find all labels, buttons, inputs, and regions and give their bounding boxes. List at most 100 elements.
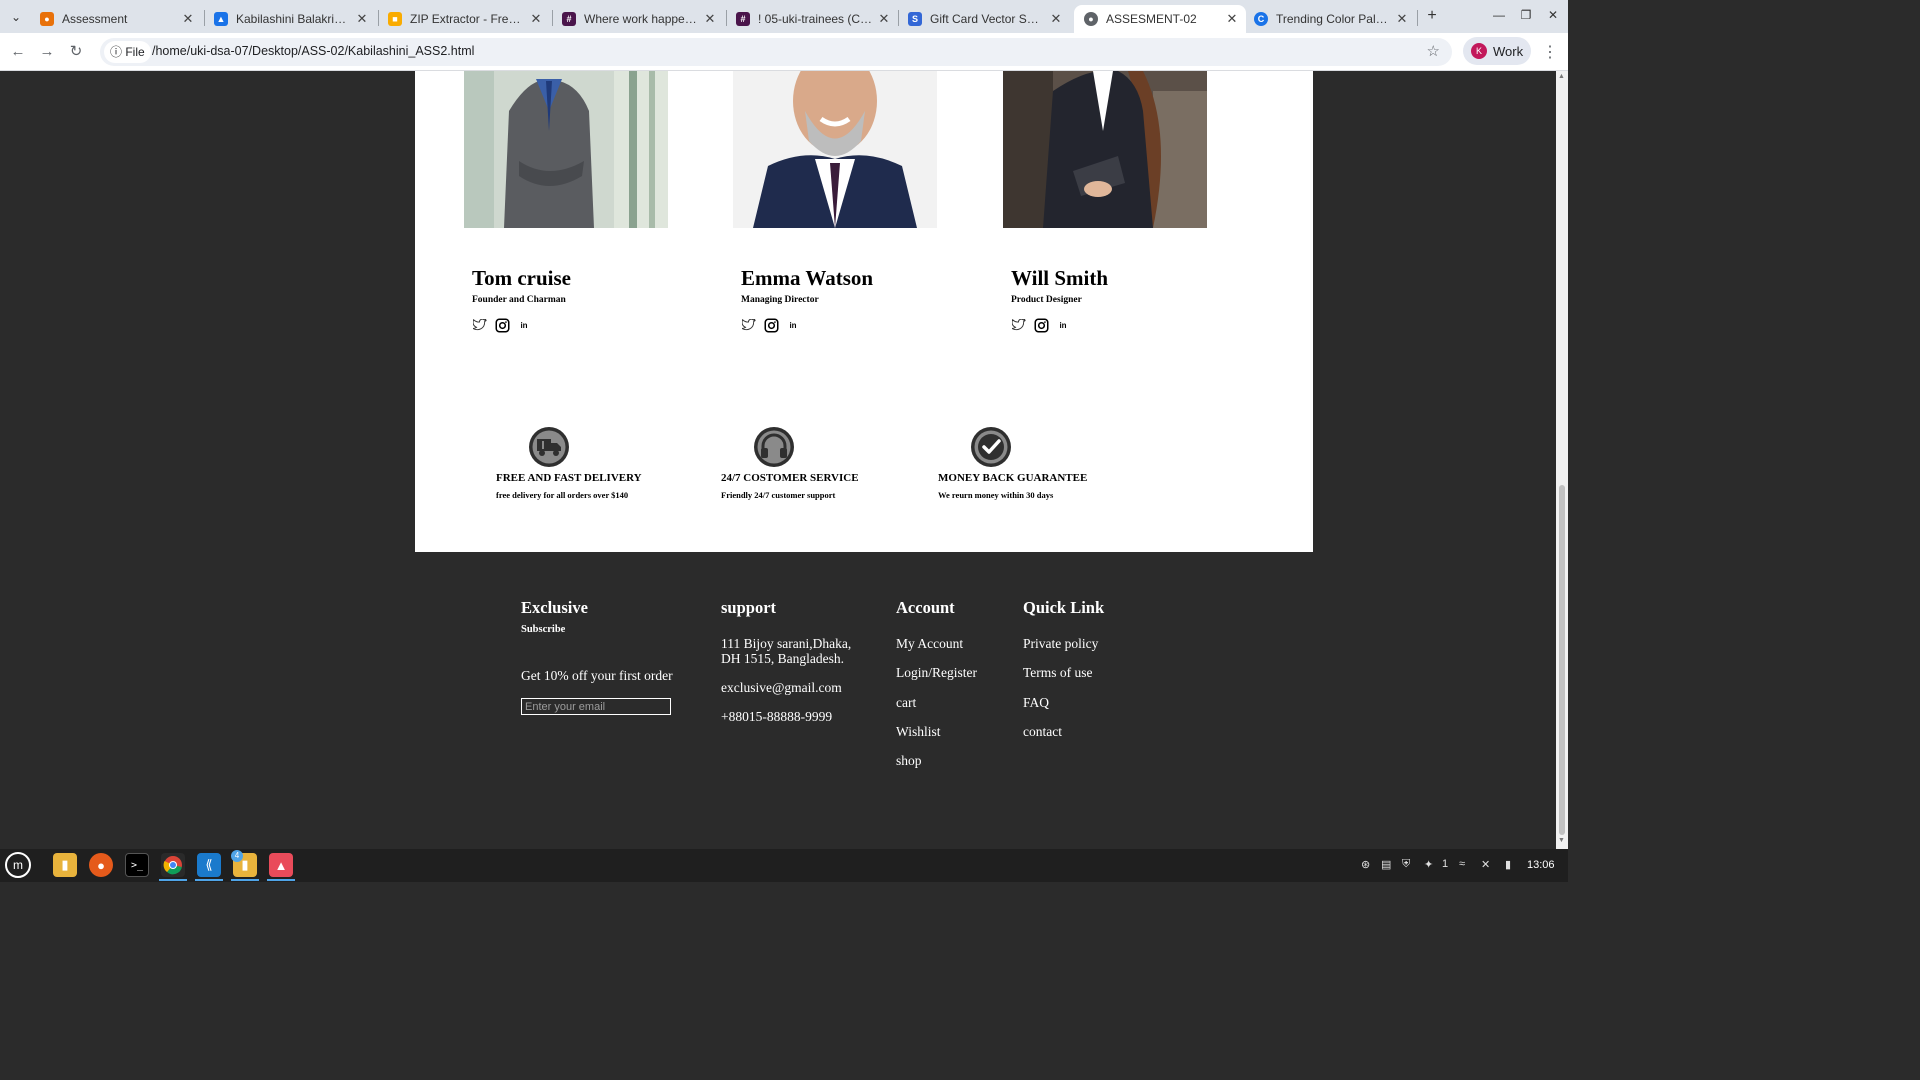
tab-gift-card[interactable]: S Gift Card Vector SVG Icons ✕ [898,5,1070,33]
scroll-up-icon[interactable]: ▲ [1558,73,1565,80]
address-bar[interactable]: ⓘ File /home/uki-dsa-07/Desktop/ASS-02/K… [100,38,1452,66]
browser-tab-bar: ⌄ ● Assessment ✕ ▲ Kabilashini Balakrish… [0,0,1568,33]
tab-kabilashini[interactable]: ▲ Kabilashini Balakrishnan ✕ [204,5,376,33]
instagram-icon[interactable] [763,317,779,333]
instagram-icon[interactable] [1033,317,1049,333]
twitter-icon[interactable] [741,317,757,333]
linkedin-icon[interactable]: in [516,317,532,333]
footer-link-wishlist[interactable]: Wishlist [896,724,940,740]
footer-link-my-account[interactable]: My Account [896,636,963,652]
window-close-icon[interactable]: ✕ [1545,8,1561,22]
tab-zip-extractor[interactable]: ■ ZIP Extractor - Free App ✕ [378,5,550,33]
new-tab-button[interactable]: + [1423,7,1441,25]
email-input[interactable] [521,698,671,715]
profile-label: Work [1493,43,1524,59]
mint-menu-icon[interactable]: m [5,852,31,878]
footer-link-private-policy[interactable]: Private policy [1023,636,1098,652]
tab-uki-trainees[interactable]: # ! 05-uki-trainees (Channel) ✕ [726,5,898,33]
forward-arrow-icon[interactable]: → [37,42,57,62]
footer-link-terms[interactable]: Terms of use [1023,665,1093,681]
avatar: K [1471,43,1487,59]
clock[interactable]: 13:06 [1527,859,1555,871]
member-name: Will Smith [1011,266,1109,290]
reload-icon[interactable]: ↻ [66,42,86,62]
folder-icon[interactable]: ▮ [53,853,77,877]
scroll-down-icon[interactable]: ▼ [1558,837,1565,844]
tab-close-icon[interactable]: ✕ [1392,11,1412,27]
twitter-icon[interactable] [1011,317,1027,333]
member-role: Founder and Charman [472,295,566,305]
minimize-icon[interactable]: — [1491,8,1507,22]
twitter-icon[interactable] [472,317,488,333]
instagram-icon[interactable] [494,317,510,333]
bookmark-star-icon[interactable]: ☆ [1427,42,1440,60]
social-links: in [1011,317,1071,333]
restore-icon[interactable]: ❐ [1518,8,1534,22]
tab-title: Assessment [62,12,128,26]
footer-link-contact[interactable]: contact [1023,724,1062,740]
tab-slack[interactable]: # Where work happens | Slack ✕ [552,5,724,33]
tab-assessment[interactable]: ● Assessment ✕ [30,5,202,33]
firefox-icon[interactable]: ● [89,853,113,877]
tab-close-icon[interactable]: ✕ [352,11,372,27]
linkedin-icon[interactable]: in [785,317,801,333]
footer-heading: support [721,598,777,617]
svg-favicon-icon: S [908,12,922,26]
linkedin-icon[interactable]: in [1055,317,1071,333]
battery-icon[interactable]: ▮ [1505,858,1511,871]
footer-link-login-register[interactable]: Login/Register [896,665,977,681]
tab-close-icon[interactable]: ✕ [1222,11,1242,27]
footer-link-cart[interactable]: cart [896,695,916,711]
wifi-icon[interactable]: ≈ [1459,858,1465,870]
badge-count: 4 [231,850,243,862]
footer-quick-link: Quick Link Private policy Terms of use F… [1023,598,1105,739]
member-photo [464,71,668,228]
url-text[interactable]: /home/uki-dsa-07/Desktop/ASS-02/Kabilash… [152,44,474,58]
terminal-icon[interactable]: >_ [125,853,149,877]
tab-title: Trending Color Palettes [1276,12,1392,26]
tab-close-icon[interactable]: ✕ [526,11,546,27]
service-desc: Friendly 24/7 customer support [721,490,836,500]
clipboard-icon[interactable]: ▤ [1381,858,1391,871]
notification-icon[interactable]: ✦ [1424,858,1433,871]
volume-muted-icon[interactable]: ✕ [1481,858,1490,871]
tab-close-icon[interactable]: ✕ [700,11,720,27]
kebab-menu-icon[interactable]: ⋮ [1542,42,1558,62]
bluetooth-icon[interactable]: ⊛ [1361,858,1370,871]
vscode-icon[interactable]: ⟪ [197,853,221,877]
footer-heading: Exclusive [521,598,588,617]
footer-heading: Account [896,598,955,617]
tab-title: Gift Card Vector SVG Icons [930,12,1046,26]
member-role: Product Designer [1011,295,1082,305]
tab-title: ASSESMENT-02 [1106,12,1197,26]
tab-color-palettes[interactable]: C Trending Color Palettes ✕ [1244,5,1416,33]
support-phone[interactable]: +88015-88888-9999 [721,709,832,725]
profile-button[interactable]: K Work [1463,37,1531,65]
headphones-icon [753,426,795,468]
address-line: DH 1515, Bangladesh. [721,651,844,666]
support-email[interactable]: exclusive@gmail.com [721,680,842,696]
footer-heading: Quick Link [1023,598,1105,617]
tab-close-icon[interactable]: ✕ [1046,11,1066,27]
image-viewer-icon[interactable]: ▲ [269,853,293,877]
shield-icon[interactable]: ⛨ [1402,858,1410,871]
vertical-scrollbar[interactable]: ▲ ▼ [1556,71,1568,849]
tab-assesment-02[interactable]: ● ASSESMENT-02 ✕ [1074,5,1246,33]
scrollbar-thumb[interactable] [1559,485,1565,835]
tab-close-icon[interactable]: ✕ [874,11,894,27]
chrome-icon[interactable] [161,853,185,877]
tab-title: ! 05-uki-trainees (Channel) [758,12,874,26]
tab-title: Kabilashini Balakrishnan [236,12,352,26]
slack-favicon-icon: # [562,12,576,26]
member-photo [1003,71,1207,228]
address-line: 111 Bijoy sarani,Dhaka, [721,636,852,651]
tab-search-chevron-icon[interactable]: ⌄ [4,6,28,28]
tab-title: ZIP Extractor - Free App [410,12,526,26]
site-chip-label: File [125,45,145,59]
tab-close-icon[interactable]: ✕ [178,11,198,27]
footer-link-shop[interactable]: shop [896,753,922,769]
site-info-chip[interactable]: ⓘ File [104,41,151,63]
back-arrow-icon[interactable]: ← [8,42,28,62]
footer-subheading: Subscribe [521,624,566,635]
footer-link-faq[interactable]: FAQ [1023,695,1049,711]
